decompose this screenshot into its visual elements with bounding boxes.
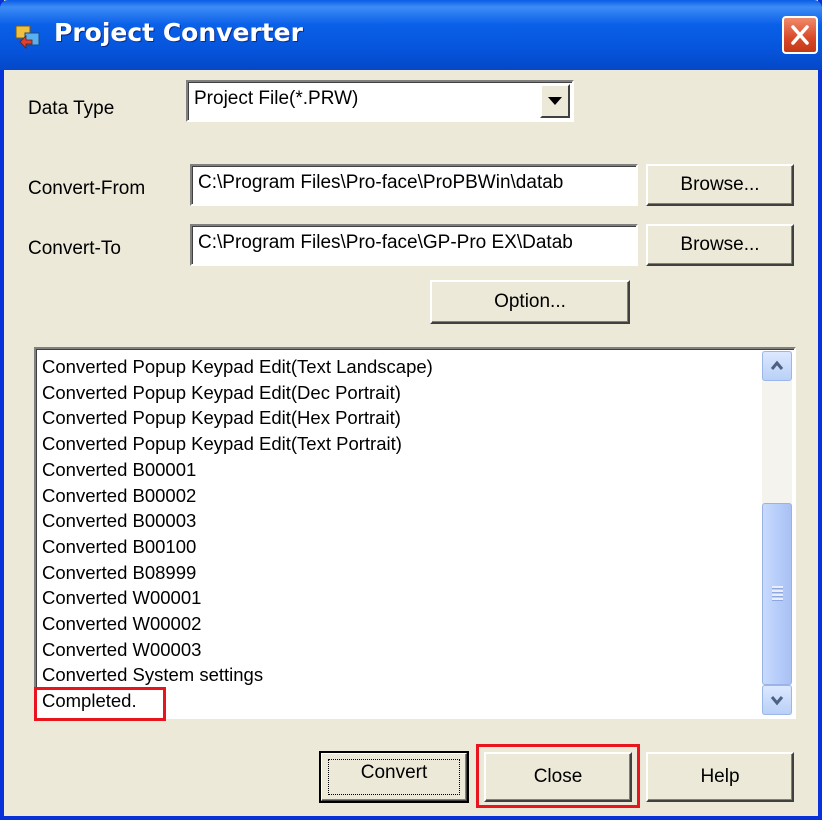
chevron-down-icon — [770, 696, 784, 706]
converter-app-icon — [15, 25, 40, 49]
conversion-log[interactable]: Converted Popup Keypad Edit(Text Landsca… — [34, 347, 796, 719]
log-line: Converted Popup Keypad Edit(Dec Portrait… — [42, 381, 401, 403]
log-line: Converted B00001 — [42, 458, 197, 480]
log-line: Converted B00002 — [42, 484, 197, 506]
convert-from-input[interactable]: C:\Program Files\Pro-face\ProPBWin\datab — [190, 164, 638, 206]
window-close-button[interactable] — [782, 16, 818, 54]
log-line: Converted Popup Keypad Edit(Text Landsca… — [42, 356, 433, 377]
scroll-up-button[interactable] — [762, 351, 792, 381]
log-line: Converted Popup Keypad Edit(Text Portrai… — [42, 433, 402, 455]
log-line: Converted B08999 — [42, 561, 197, 583]
completed-highlight — [34, 687, 166, 721]
convert-button[interactable]: Convert — [319, 751, 469, 803]
data-type-value: Project File(*.PRW) — [194, 88, 359, 109]
log-line: Converted B00100 — [42, 535, 197, 557]
close-icon — [791, 25, 809, 45]
browse-from-button[interactable]: Browse... — [646, 164, 794, 206]
log-line: Converted W00003 — [42, 638, 202, 660]
data-type-label: Data Type — [28, 98, 115, 119]
project-converter-window: Project Converter Data Type Project File… — [0, 0, 822, 820]
window-title: Project Converter — [54, 18, 303, 47]
chevron-up-icon — [770, 360, 784, 370]
data-type-select[interactable]: Project File(*.PRW) — [186, 80, 574, 122]
browse-to-button[interactable]: Browse... — [646, 224, 794, 266]
scroll-thumb[interactable] — [762, 503, 792, 685]
convert-to-label: Convert-To — [28, 238, 121, 259]
scroll-down-button[interactable] — [762, 685, 792, 715]
log-line: Converted Popup Keypad Edit(Hex Portrait… — [42, 407, 401, 429]
log-lines: Converted Popup Keypad Edit(Text Landsca… — [42, 354, 433, 714]
convert-to-input[interactable]: C:\Program Files\Pro-face\GP-Pro EX\Data… — [190, 224, 638, 266]
log-line: Converted W00001 — [42, 587, 202, 609]
chevron-down-icon[interactable] — [540, 84, 570, 118]
close-button-highlight — [476, 744, 640, 808]
log-line: Converted B00003 — [42, 510, 197, 532]
convert-button-label: Convert — [328, 759, 460, 795]
help-button[interactable]: Help — [646, 752, 794, 802]
option-button[interactable]: Option... — [430, 280, 630, 324]
convert-from-label: Convert-From — [28, 178, 146, 199]
log-line: Converted System settings — [42, 664, 264, 686]
title-bar[interactable]: Project Converter — [0, 0, 822, 70]
log-line: Converted W00002 — [42, 613, 202, 635]
log-scrollbar[interactable] — [762, 351, 792, 715]
